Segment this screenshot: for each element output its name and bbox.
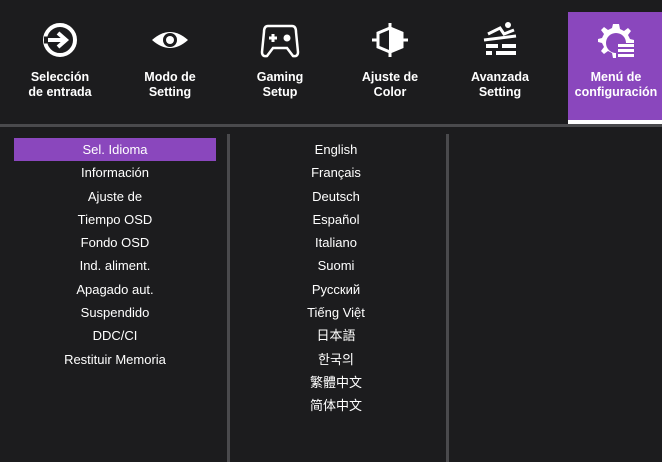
menu-item-auto-off[interactable]: Apagado aut.: [14, 278, 216, 301]
tab-label: Modo de Setting: [144, 70, 196, 99]
menu-item-adjust[interactable]: Ajuste de: [14, 185, 216, 208]
osd-menu: Selección de entrada Modo de Setting Gam…: [0, 0, 662, 462]
detail-column: [456, 138, 656, 458]
menu-item-reset-memory[interactable]: Restituir Memoria: [14, 348, 216, 371]
menu-item-information[interactable]: Información: [14, 161, 216, 184]
menu-item-power-indicator[interactable]: Ind. aliment.: [14, 254, 216, 277]
language-option[interactable]: Suomi: [236, 254, 436, 277]
header-divider: [0, 124, 662, 127]
gamepad-icon: [260, 24, 300, 58]
menu-item-osd-time[interactable]: Tiempo OSD: [14, 208, 216, 231]
menu-item-osd-background[interactable]: Fondo OSD: [14, 231, 216, 254]
gear-menu-icon: [598, 24, 634, 58]
language-option[interactable]: 繁體中文: [236, 371, 436, 394]
tab-label: Selección de entrada: [28, 70, 92, 99]
language-option[interactable]: Русский: [236, 278, 436, 301]
tab-label: Menú de configuración: [574, 70, 658, 99]
language-option[interactable]: Italiano: [236, 231, 436, 254]
menu-item-language[interactable]: Sel. Idioma: [14, 138, 216, 162]
language-option[interactable]: Tiếng Việt: [236, 301, 436, 324]
language-option[interactable]: 日本語: [236, 324, 436, 347]
language-option[interactable]: 简体中文: [236, 394, 436, 417]
menu-item-sleep[interactable]: Suspendido: [14, 301, 216, 324]
tab-label: Avanzada Setting: [471, 70, 529, 99]
tab-color-adjust[interactable]: Ajuste de Color: [342, 12, 438, 120]
tab-bar: Selección de entrada Modo de Setting Gam…: [0, 0, 662, 124]
language-option[interactable]: Deutsch: [236, 185, 436, 208]
language-option[interactable]: English: [236, 138, 436, 161]
tab-input-selection[interactable]: Selección de entrada: [12, 12, 108, 120]
tab-gaming-setup[interactable]: Gaming Setup: [232, 12, 328, 120]
language-option[interactable]: Français: [236, 161, 436, 184]
column-divider: [227, 134, 230, 462]
column-divider: [446, 134, 449, 462]
settings-menu-list: Sel. Idioma Información Ajuste de Tiempo…: [14, 138, 216, 371]
tab-label: Gaming Setup: [256, 70, 304, 99]
input-arrow-icon: [43, 23, 77, 57]
tab-mode-setting[interactable]: Modo de Setting: [122, 12, 218, 120]
eye-icon: [152, 32, 188, 48]
language-option[interactable]: Español: [236, 208, 436, 231]
language-option[interactable]: 한국의: [236, 348, 436, 371]
advanced-settings-icon: [483, 22, 517, 55]
color-cube-icon: [372, 23, 408, 57]
language-option-list: English Français Deutsch Español Italian…: [236, 138, 436, 418]
tab-setup-menu[interactable]: Menú de configuración: [568, 12, 662, 120]
tab-label: Ajuste de Color: [361, 70, 419, 99]
menu-item-ddc-ci[interactable]: DDC/CI: [14, 324, 216, 347]
tab-advanced-setting[interactable]: Avanzada Setting: [452, 12, 548, 120]
